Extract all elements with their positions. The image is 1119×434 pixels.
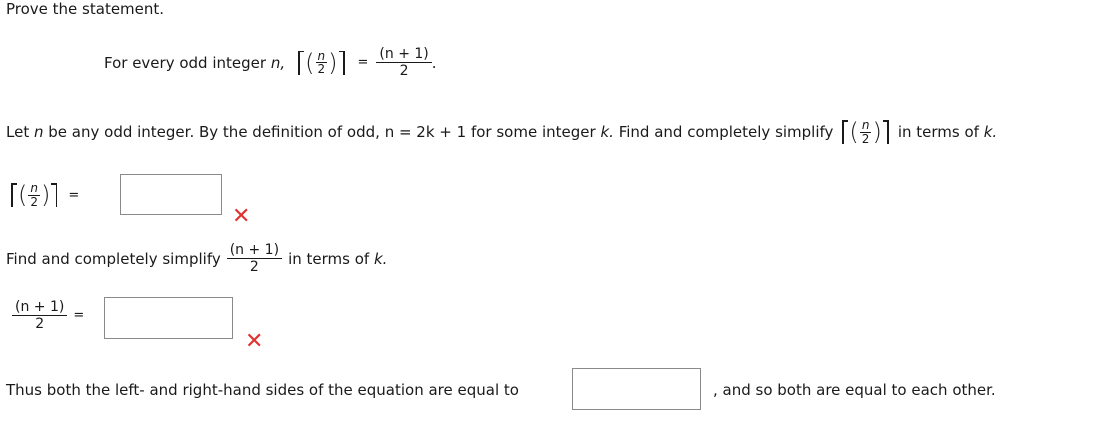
lhs-denominator: 2 (317, 62, 326, 77)
ceiling-left-bracket (293, 49, 305, 77)
part2-var-k: k. (373, 249, 388, 268)
part1-lhs: ( n2 ) = (6, 181, 85, 209)
part2-suffix: in terms of (288, 249, 370, 268)
part2-prompt-denominator: 2 (249, 259, 259, 276)
part2-prompt: Find and completely simplify (n + 1) 2 i… (6, 242, 387, 275)
instruction-equation: n = 2k + 1 (384, 123, 467, 141)
lhs-numerator: n (315, 48, 328, 64)
ceiling-left-bracket (837, 118, 849, 146)
statement-prefix: For every odd integer (104, 53, 267, 72)
part1-ceiling-expression: ( n2 ) (6, 181, 62, 209)
instruction-text-5: in terms of (897, 123, 979, 141)
instruction-text-4: Find and completely simplify (618, 123, 834, 141)
conclusion-answer-input[interactable] (572, 368, 701, 410)
instruction-line: Let n be any odd integer. By the definit… (6, 118, 997, 146)
ceiling-right-bracket (338, 49, 350, 77)
part1-equals: = (68, 187, 80, 203)
conclusion-text-before: Thus both the left- and right-hand sides… (6, 381, 519, 399)
part1-answer-input[interactable] (120, 174, 222, 215)
statement-var-n: n, (270, 53, 286, 72)
ceiling-expression: ( n2 ) (293, 49, 349, 77)
ceiling-right-bracket (50, 181, 62, 209)
rhs-denominator: 2 (399, 63, 409, 80)
part1-denominator: 2 (30, 194, 39, 209)
part2-prompt-numerator: (n + 1) (226, 242, 283, 260)
instruction-lhs-numerator: n (859, 117, 872, 133)
statement-period: . (431, 53, 437, 72)
part2-equals: = (73, 308, 85, 324)
statement-equals: = (357, 55, 369, 71)
instruction-lhs-denominator: 2 (861, 131, 870, 146)
instruction-text-1: Let (6, 123, 30, 141)
instruction-var-k2: k. (983, 123, 998, 141)
statement: For every odd integer n, ( n2 ) = (n + 1… (104, 46, 437, 79)
part1-numerator: n (28, 180, 40, 196)
instruction-text-2: be any odd integer. By the definition of… (48, 123, 380, 141)
ceiling-right-bracket (882, 118, 894, 146)
part2-lhs-fraction: (n + 1) 2 (12, 299, 68, 333)
part2-lhs-denominator: 2 (35, 316, 45, 333)
rhs-numerator: (n + 1) (376, 46, 432, 64)
prompt-text: Prove the statement. (6, 0, 165, 18)
part2-answer-input[interactable] (104, 297, 233, 339)
part1-wrong-icon: ✕ (232, 204, 251, 229)
part2-prompt-fraction: (n + 1) 2 (226, 242, 283, 276)
part2-lhs: (n + 1) 2 = (12, 299, 90, 332)
part2-lhs-numerator: (n + 1) (12, 299, 68, 317)
instruction-var-n: n (33, 123, 44, 141)
instruction-ceiling-expression: ( n2 ) (837, 118, 893, 146)
conclusion-text-after: , and so both are equal to each other. (713, 381, 996, 399)
part2-wrong-icon: ✕ (245, 329, 264, 354)
instruction-text-3: for some integer (470, 123, 596, 141)
ceiling-left-bracket (6, 181, 18, 209)
rhs-fraction: (n + 1) 2 (376, 46, 432, 80)
part2-label: Find and completely simplify (6, 249, 221, 268)
instruction-var-k: k. (600, 123, 614, 141)
